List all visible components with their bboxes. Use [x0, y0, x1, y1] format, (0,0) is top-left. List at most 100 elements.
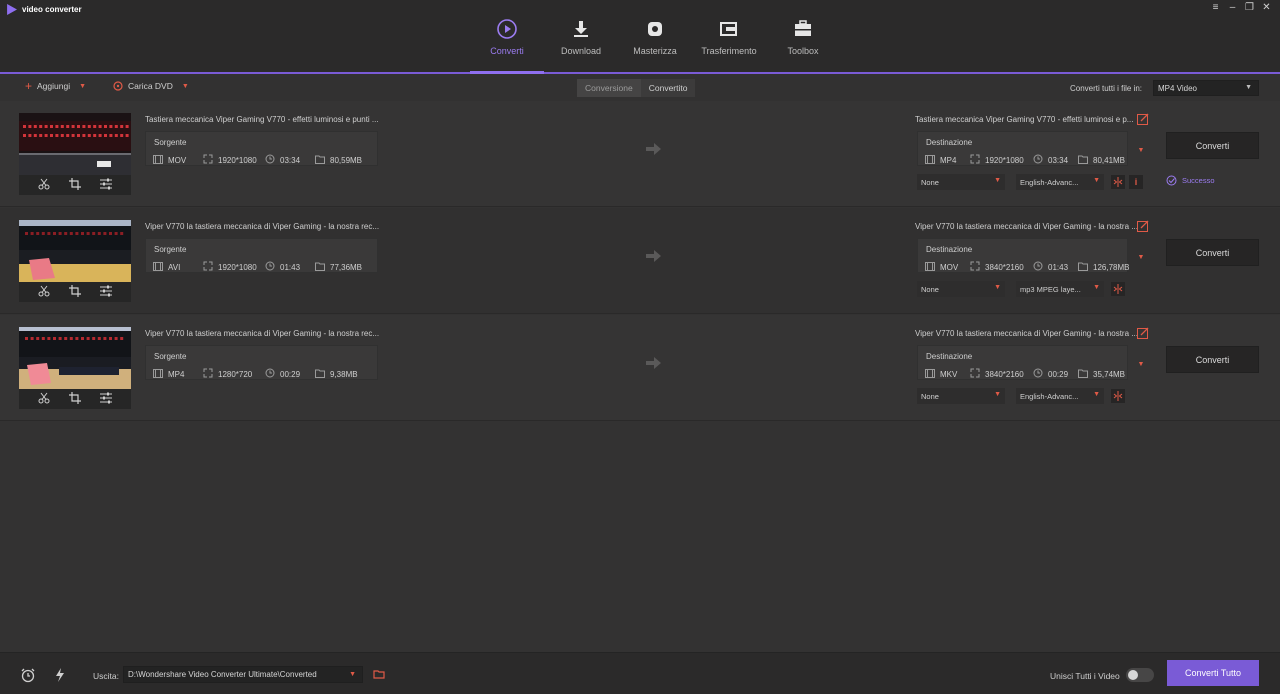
- menu-icon[interactable]: ≡: [1210, 2, 1221, 13]
- video-thumbnail[interactable]: [19, 113, 131, 175]
- folder-icon[interactable]: [373, 669, 385, 679]
- convert-button[interactable]: Converti: [1166, 132, 1259, 159]
- source-header: Sorgente: [154, 138, 187, 147]
- destination-format: MP4: [940, 155, 957, 165]
- video-thumbnail[interactable]: [19, 220, 131, 282]
- destination-header: Destinazione: [926, 138, 973, 147]
- film-icon: [925, 154, 935, 166]
- minimize-icon[interactable]: –: [1227, 2, 1238, 13]
- output-path-value: D:\Wondershare Video Converter Ultimate\…: [128, 670, 317, 679]
- audio-track-select[interactable]: English-Advanc... ▼: [1016, 174, 1104, 190]
- lightning-icon[interactable]: [54, 667, 66, 683]
- thumbnail-toolbar: [19, 282, 131, 302]
- subtitle-select[interactable]: None ▼: [917, 281, 1005, 297]
- merge-audio-button[interactable]: [1111, 389, 1125, 403]
- tab-masterizza[interactable]: Masterizza: [618, 18, 692, 74]
- chevron-down-icon[interactable]: ▼: [79, 83, 86, 90]
- trim-icon[interactable]: [38, 285, 50, 299]
- status-label: Successo: [1182, 176, 1215, 185]
- trim-icon[interactable]: [38, 392, 50, 406]
- alarm-clock-icon[interactable]: [20, 667, 36, 683]
- source-file-title: Tastiera meccanica Viper Gaming V770 - e…: [145, 115, 379, 124]
- merge-all-toggle[interactable]: [1126, 668, 1154, 682]
- audio-track-select[interactable]: English-Advanc... ▼: [1016, 388, 1104, 404]
- destination-duration: 01:43: [1048, 262, 1069, 272]
- clock-icon: [1033, 368, 1043, 380]
- clock-icon: [1033, 154, 1043, 166]
- source-size: 9,38MB: [330, 369, 358, 379]
- tab-conversion[interactable]: Conversione: [577, 79, 641, 97]
- destination-file-title: Viper V770 la tastiera meccanica di Vipe…: [915, 329, 1138, 338]
- effects-icon[interactable]: [100, 392, 112, 406]
- effects-icon[interactable]: [100, 285, 112, 299]
- merge-audio-button[interactable]: [1111, 175, 1125, 189]
- merge-audio-button[interactable]: [1111, 282, 1125, 296]
- edit-icon[interactable]: [1137, 113, 1149, 125]
- clock-icon: [265, 368, 275, 380]
- effects-icon[interactable]: [100, 178, 112, 192]
- toolbar: + Aggiungi ▼ Carica DVD ▼ Conversione Co…: [0, 74, 1280, 101]
- split-icon: [1113, 391, 1123, 401]
- transfer-icon: [719, 18, 739, 40]
- video-thumbnail[interactable]: [19, 327, 131, 389]
- edit-icon[interactable]: [1137, 220, 1149, 232]
- film-icon: [925, 261, 935, 273]
- crop-icon[interactable]: [69, 178, 81, 192]
- app-title: video converter: [22, 5, 82, 14]
- maximize-icon[interactable]: ❐: [1244, 2, 1255, 13]
- info-button[interactable]: i: [1129, 175, 1143, 189]
- subtitle-value: None: [921, 391, 939, 401]
- destination-meta: MP4 1920*1080 03:34 80,41MB: [925, 154, 1125, 166]
- film-icon: [153, 261, 163, 273]
- destination-resolution: 3840*2160: [985, 262, 1024, 272]
- add-files-label: Aggiungi: [37, 81, 71, 91]
- tab-converti[interactable]: Converti: [470, 18, 544, 74]
- chevron-down-icon[interactable]: ▼: [1131, 354, 1151, 374]
- destination-meta: MOV 3840*2160 01:43 126,78MB: [925, 261, 1129, 273]
- title-bar: video converter ≡ – ❐ ✕ Converti Downloa…: [0, 0, 1280, 72]
- crop-icon[interactable]: [69, 285, 81, 299]
- tab-trasferimento[interactable]: Trasferimento: [692, 18, 766, 74]
- tab-toolbox-label: Toolbox: [787, 46, 819, 56]
- destination-size: 126,78MB: [1093, 262, 1130, 272]
- source-resolution: 1920*1080: [218, 155, 257, 165]
- destination-duration: 03:34: [1048, 155, 1069, 165]
- close-icon[interactable]: ✕: [1261, 2, 1272, 13]
- subtitle-select[interactable]: None ▼: [917, 388, 1005, 404]
- tab-converted[interactable]: Convertito: [640, 79, 696, 97]
- audio-track-select[interactable]: mp3 MPEG laye... ▼: [1016, 281, 1104, 297]
- tab-masterizza-label: Masterizza: [633, 46, 677, 56]
- merge-all-label: Unisci Tutti i Video: [1050, 671, 1120, 681]
- convert-button[interactable]: Converti: [1166, 239, 1259, 266]
- convert-all-button[interactable]: Converti Tutto: [1167, 660, 1259, 686]
- source-size: 80,59MB: [330, 155, 363, 165]
- tab-toolbox[interactable]: Toolbox: [766, 18, 840, 74]
- chevron-down-icon[interactable]: ▼: [182, 83, 189, 90]
- arrow-right-icon: [646, 250, 661, 262]
- destination-meta: MKV 3840*2160 00:29 35,74MB: [925, 368, 1125, 380]
- destination-header: Destinazione: [926, 245, 973, 254]
- load-dvd-button[interactable]: Carica DVD ▼: [113, 81, 189, 91]
- clock-icon: [265, 154, 275, 166]
- source-duration: 01:43: [280, 262, 301, 272]
- trim-icon[interactable]: [38, 178, 50, 192]
- add-files-button[interactable]: + Aggiungi ▼: [25, 80, 86, 92]
- target-format-select[interactable]: MP4 Video ▼: [1153, 80, 1259, 96]
- destination-duration: 00:29: [1048, 369, 1069, 379]
- chevron-down-icon: ▼: [994, 177, 1001, 184]
- edit-icon[interactable]: [1137, 327, 1149, 339]
- resolution-icon: [970, 154, 980, 166]
- chevron-down-icon[interactable]: ▼: [1131, 247, 1151, 267]
- chevron-down-icon[interactable]: ▼: [1131, 140, 1151, 160]
- tab-download[interactable]: Download: [544, 18, 618, 74]
- split-icon: [1113, 177, 1123, 187]
- convert-button[interactable]: Converti: [1166, 346, 1259, 373]
- crop-icon[interactable]: [69, 392, 81, 406]
- info-icon: i: [1134, 177, 1138, 187]
- output-path-select[interactable]: D:\Wondershare Video Converter Ultimate\…: [123, 666, 363, 683]
- dvd-icon: [113, 81, 123, 91]
- chevron-down-icon: ▼: [1245, 84, 1252, 91]
- subtitle-select[interactable]: None ▼: [917, 174, 1005, 190]
- footer-bar: Uscita: D:\Wondershare Video Converter U…: [0, 652, 1280, 694]
- subtitle-value: None: [921, 284, 939, 294]
